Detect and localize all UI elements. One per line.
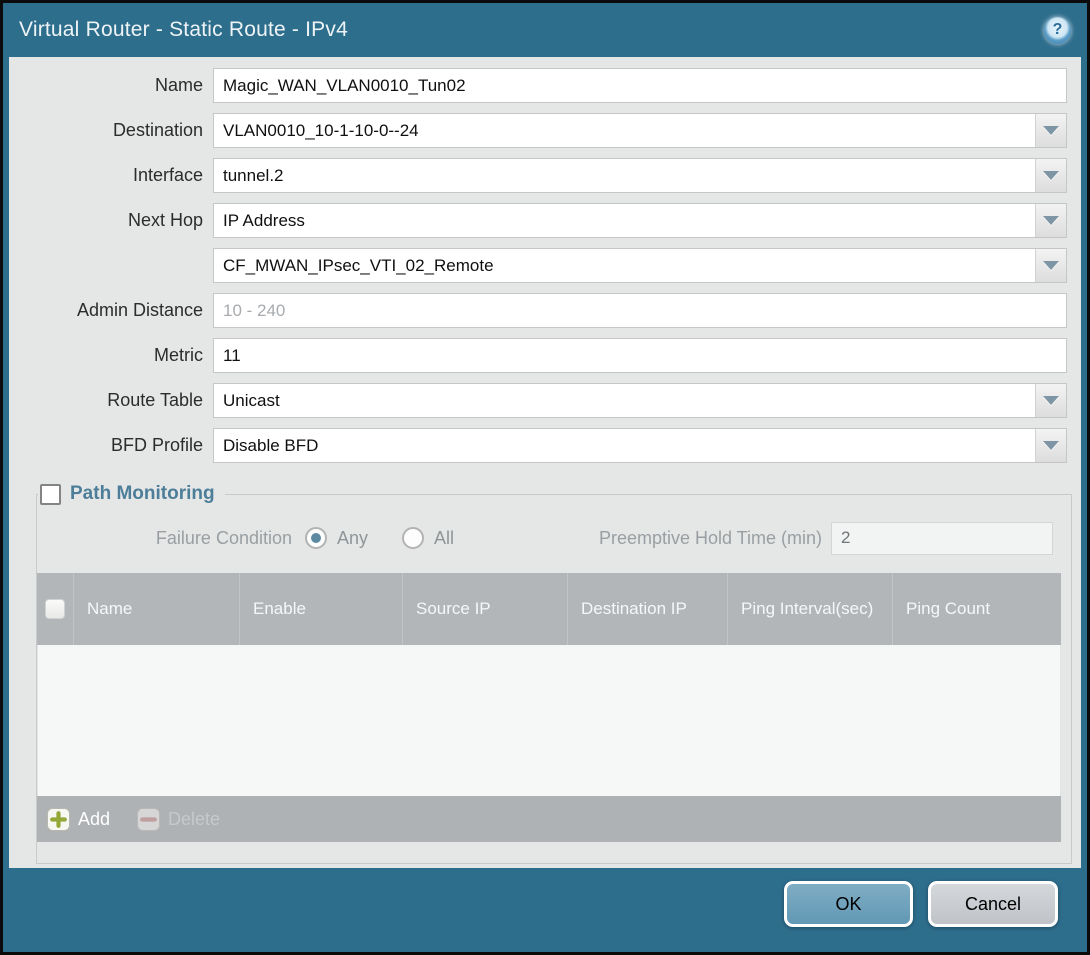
chevron-down-icon (1043, 396, 1059, 405)
select-all-checkbox[interactable] (45, 599, 65, 619)
next-hop-type-dropdown-button[interactable] (1035, 204, 1066, 237)
destination-row: Destination VLAN0010_10-1-10-0--24 (9, 113, 1067, 148)
bfd-profile-dropdown-button[interactable] (1035, 429, 1066, 462)
bfd-profile-label: BFD Profile (9, 435, 213, 456)
table-toolbar: Add Delete (37, 796, 1061, 842)
next-hop-address-row: CF_MWAN_IPsec_VTI_02_Remote (9, 248, 1067, 283)
dialog-content: Name Destination VLAN0010_10-1-10-0--24 … (9, 57, 1081, 868)
destination-dropdown-button[interactable] (1035, 114, 1066, 147)
bfd-profile-value: Disable BFD (214, 436, 318, 456)
route-table-dropdown-button[interactable] (1035, 384, 1066, 417)
plus-icon (47, 808, 70, 831)
column-header-enable: Enable (239, 573, 402, 645)
column-header-ping-interval: Ping Interval(sec) (727, 573, 892, 645)
next-hop-address-dropdown-button[interactable] (1035, 249, 1066, 282)
table-body-empty (37, 645, 1061, 796)
dialog-title: Virtual Router - Static Route - IPv4 (19, 18, 1044, 42)
route-table-select[interactable]: Unicast (213, 383, 1067, 418)
failure-condition-all-label: All (434, 528, 454, 549)
name-label: Name (9, 75, 213, 96)
admin-distance-row: Admin Distance (9, 293, 1067, 328)
name-row: Name (9, 68, 1067, 103)
next-hop-type-value: IP Address (214, 211, 305, 231)
delete-button-label: Delete (168, 809, 220, 830)
failure-condition-any-label: Any (337, 528, 368, 549)
preemptive-hold-time-input[interactable] (831, 522, 1053, 555)
metric-row: Metric (9, 338, 1067, 373)
interface-row: Interface tunnel.2 (9, 158, 1067, 193)
destination-select[interactable]: VLAN0010_10-1-10-0--24 (213, 113, 1067, 148)
next-hop-label: Next Hop (9, 210, 213, 231)
route-table-value: Unicast (214, 391, 280, 411)
next-hop-row: Next Hop IP Address (9, 203, 1067, 238)
failure-condition-label: Failure Condition (37, 528, 305, 549)
cancel-button[interactable]: Cancel (928, 881, 1058, 927)
interface-value: tunnel.2 (214, 166, 284, 186)
metric-input[interactable] (213, 338, 1067, 373)
failure-condition-all-radio[interactable] (402, 527, 424, 549)
ok-button[interactable]: OK (784, 881, 913, 927)
column-header-name: Name (73, 573, 239, 645)
destination-label: Destination (9, 120, 213, 141)
failure-condition-row: Failure Condition Any All Preemptive Hol… (37, 522, 1071, 554)
route-table-row: Route Table Unicast (9, 383, 1067, 418)
table-header-row: Name Enable Source IP Destination IP Pin… (37, 573, 1061, 645)
add-button[interactable]: Add (47, 808, 110, 831)
chevron-down-icon (1043, 126, 1059, 135)
admin-distance-label: Admin Distance (9, 300, 213, 321)
bfd-profile-select[interactable]: Disable BFD (213, 428, 1067, 463)
interface-dropdown-button[interactable] (1035, 159, 1066, 192)
titlebar: Virtual Router - Static Route - IPv4 ? (3, 3, 1087, 57)
next-hop-type-select[interactable]: IP Address (213, 203, 1067, 238)
name-input[interactable] (213, 68, 1067, 103)
help-icon[interactable]: ? (1044, 17, 1071, 44)
radio-dot (311, 533, 321, 543)
chevron-down-icon (1043, 216, 1059, 225)
chevron-down-icon (1043, 261, 1059, 270)
chevron-down-icon (1043, 441, 1059, 450)
help-glyph: ? (1053, 21, 1063, 39)
column-header-ping-count: Ping Count (892, 573, 1061, 645)
next-hop-address-select[interactable]: CF_MWAN_IPsec_VTI_02_Remote (213, 248, 1067, 283)
preemptive-hold-time-label: Preemptive Hold Time (min) (599, 528, 831, 549)
add-button-label: Add (78, 809, 110, 830)
failure-condition-any-radio[interactable] (305, 527, 327, 549)
next-hop-address-value: CF_MWAN_IPsec_VTI_02_Remote (214, 256, 494, 276)
interface-label: Interface (9, 165, 213, 186)
path-monitoring-legend: Path Monitoring (38, 483, 225, 505)
chevron-down-icon (1043, 171, 1059, 180)
column-header-source-ip: Source IP (402, 573, 567, 645)
column-header-destination-ip: Destination IP (567, 573, 727, 645)
route-table-label: Route Table (9, 390, 213, 411)
static-route-dialog: Virtual Router - Static Route - IPv4 ? N… (3, 3, 1087, 952)
path-monitoring-table: Name Enable Source IP Destination IP Pin… (37, 573, 1061, 842)
action-bar: OK Cancel (3, 868, 1087, 952)
path-monitoring-section: Path Monitoring Failure Condition Any Al… (36, 483, 1072, 864)
interface-select[interactable]: tunnel.2 (213, 158, 1067, 193)
delete-button[interactable]: Delete (137, 808, 220, 831)
table-header-checkbox-cell (37, 573, 73, 645)
bfd-profile-row: BFD Profile Disable BFD (9, 428, 1067, 463)
metric-label: Metric (9, 345, 213, 366)
minus-icon (137, 808, 160, 831)
admin-distance-input[interactable] (213, 293, 1067, 328)
destination-value: VLAN0010_10-1-10-0--24 (214, 121, 419, 141)
path-monitoring-checkbox[interactable] (40, 484, 61, 505)
path-monitoring-title: Path Monitoring (70, 483, 215, 505)
route-form: Name Destination VLAN0010_10-1-10-0--24 … (9, 57, 1081, 463)
